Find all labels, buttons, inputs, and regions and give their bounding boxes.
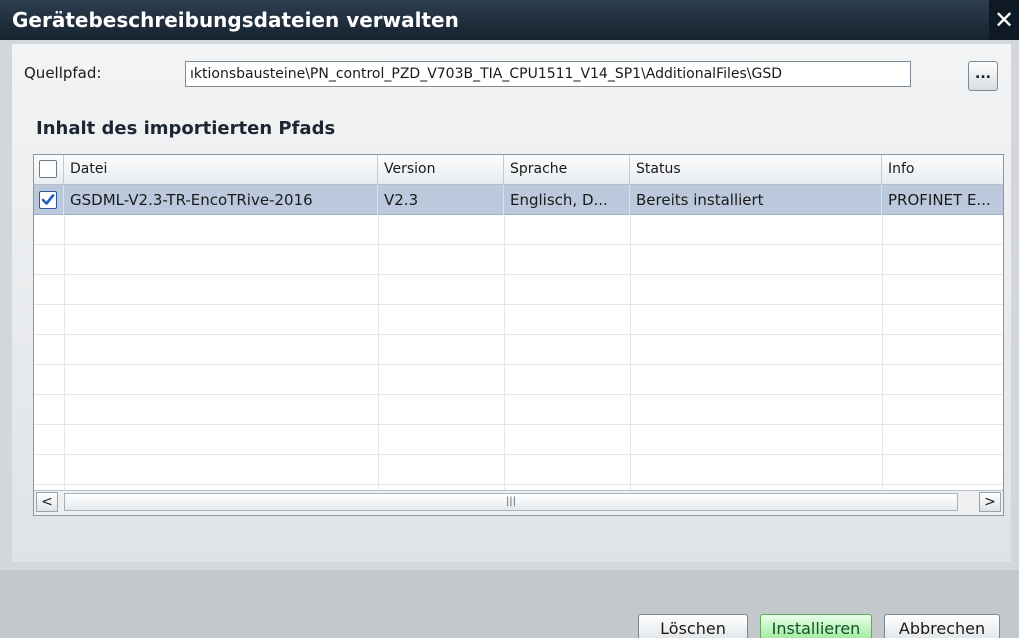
grid-column-divider bbox=[378, 305, 379, 335]
column-header-sprache[interactable]: Sprache bbox=[504, 155, 630, 184]
row-checkbox-cell bbox=[34, 185, 64, 215]
grid-column-divider bbox=[882, 245, 883, 275]
table-header: Datei Version Sprache Status Info bbox=[34, 155, 1003, 185]
grid-column-divider bbox=[378, 425, 379, 455]
column-header-version[interactable]: Version bbox=[378, 155, 504, 184]
empty-table-row bbox=[34, 425, 1003, 455]
scroll-thumb[interactable]: ||| bbox=[64, 493, 958, 511]
grid-column-divider bbox=[504, 365, 505, 395]
grid-column-divider bbox=[882, 215, 883, 245]
source-path-input[interactable]: ıktionsbausteine\PN_control_PZD_V703B_TI… bbox=[185, 61, 911, 87]
cell-sprache: Englisch, D... bbox=[504, 185, 630, 215]
grid-column-divider bbox=[378, 395, 379, 425]
install-button[interactable]: Installieren bbox=[760, 614, 872, 638]
column-header-status[interactable]: Status bbox=[630, 155, 882, 184]
grid-column-divider bbox=[630, 395, 631, 425]
column-header-datei[interactable]: Datei bbox=[64, 155, 378, 184]
grid-column-divider bbox=[504, 425, 505, 455]
empty-table-row bbox=[34, 335, 1003, 365]
row-checkbox[interactable] bbox=[39, 191, 57, 209]
cancel-button[interactable]: Abbrechen bbox=[884, 614, 1000, 638]
empty-table-row bbox=[34, 245, 1003, 275]
grid-column-divider bbox=[378, 245, 379, 275]
scroll-right-button[interactable]: > bbox=[979, 492, 1001, 512]
column-header-info[interactable]: Info bbox=[882, 155, 1003, 184]
grid-column-divider bbox=[378, 275, 379, 305]
grid-column-divider bbox=[630, 455, 631, 485]
cell-status: Bereits installiert bbox=[630, 185, 882, 215]
grid-column-divider bbox=[378, 365, 379, 395]
grid-column-divider bbox=[504, 395, 505, 425]
grid-column-divider bbox=[630, 305, 631, 335]
grid-column-divider bbox=[504, 455, 505, 485]
empty-table-row bbox=[34, 215, 1003, 245]
grid-column-divider bbox=[64, 245, 65, 275]
grid-column-divider bbox=[882, 425, 883, 455]
grid-column-divider bbox=[378, 335, 379, 365]
grid-column-divider bbox=[64, 365, 65, 395]
select-all-checkbox[interactable] bbox=[39, 160, 57, 178]
empty-table-row bbox=[34, 395, 1003, 425]
grid-column-divider bbox=[504, 245, 505, 275]
header-select-all-cell bbox=[34, 155, 64, 184]
cell-info: PROFINET E... bbox=[888, 191, 991, 209]
grid-column-divider bbox=[64, 455, 65, 485]
dialog-window: Gerätebeschreibungsdateien verwalten ✕ Q… bbox=[0, 0, 1019, 638]
grid-column-divider bbox=[64, 305, 65, 335]
grid-column-divider bbox=[882, 275, 883, 305]
grid-column-divider bbox=[630, 215, 631, 245]
source-path-label: Quellpfad: bbox=[24, 64, 102, 82]
grid-column-divider bbox=[64, 425, 65, 455]
grid-column-divider bbox=[378, 215, 379, 245]
grid-column-divider bbox=[64, 275, 65, 305]
grid-column-divider bbox=[882, 455, 883, 485]
grid-column-divider bbox=[882, 365, 883, 395]
empty-table-row bbox=[34, 365, 1003, 395]
cell-version: V2.3 bbox=[378, 185, 504, 215]
grid-column-divider bbox=[504, 275, 505, 305]
table-row[interactable]: GSDML-V2.3-TR-EncoTRive-2016 V2.3 Englis… bbox=[34, 185, 1003, 215]
gsd-file-table: Datei Version Sprache Status Info GSDML-… bbox=[33, 154, 1004, 516]
grid-column-divider bbox=[64, 335, 65, 365]
grid-column-divider bbox=[630, 365, 631, 395]
grid-column-divider bbox=[504, 335, 505, 365]
grid-column-divider bbox=[630, 245, 631, 275]
delete-button[interactable]: Löschen bbox=[638, 614, 748, 638]
section-title: Inhalt des importierten Pfads bbox=[36, 118, 336, 139]
close-icon[interactable]: ✕ bbox=[989, 0, 1019, 40]
checkmark-icon bbox=[41, 194, 55, 205]
dialog-titlebar: Gerätebeschreibungsdateien verwalten ✕ bbox=[0, 0, 1019, 40]
grid-column-divider bbox=[882, 335, 883, 365]
grid-column-divider bbox=[630, 425, 631, 455]
scroll-left-button[interactable]: < bbox=[36, 492, 58, 512]
grid-column-divider bbox=[504, 305, 505, 335]
empty-table-row bbox=[34, 455, 1003, 485]
grid-column-divider bbox=[882, 305, 883, 335]
grid-column-divider bbox=[504, 215, 505, 245]
empty-table-row bbox=[34, 275, 1003, 305]
cell-datei: GSDML-V2.3-TR-EncoTRive-2016 bbox=[64, 185, 378, 215]
grid-column-divider bbox=[64, 215, 65, 245]
grid-column-divider bbox=[630, 335, 631, 365]
grid-column-divider bbox=[378, 455, 379, 485]
empty-table-row bbox=[34, 305, 1003, 335]
browse-button[interactable]: ... bbox=[968, 61, 998, 91]
grid-column-divider bbox=[630, 275, 631, 305]
grid-column-divider bbox=[64, 395, 65, 425]
grid-column-divider bbox=[882, 395, 883, 425]
dialog-title: Gerätebeschreibungsdateien verwalten bbox=[12, 8, 459, 32]
horizontal-scrollbar[interactable]: < ||| > bbox=[34, 490, 1003, 515]
